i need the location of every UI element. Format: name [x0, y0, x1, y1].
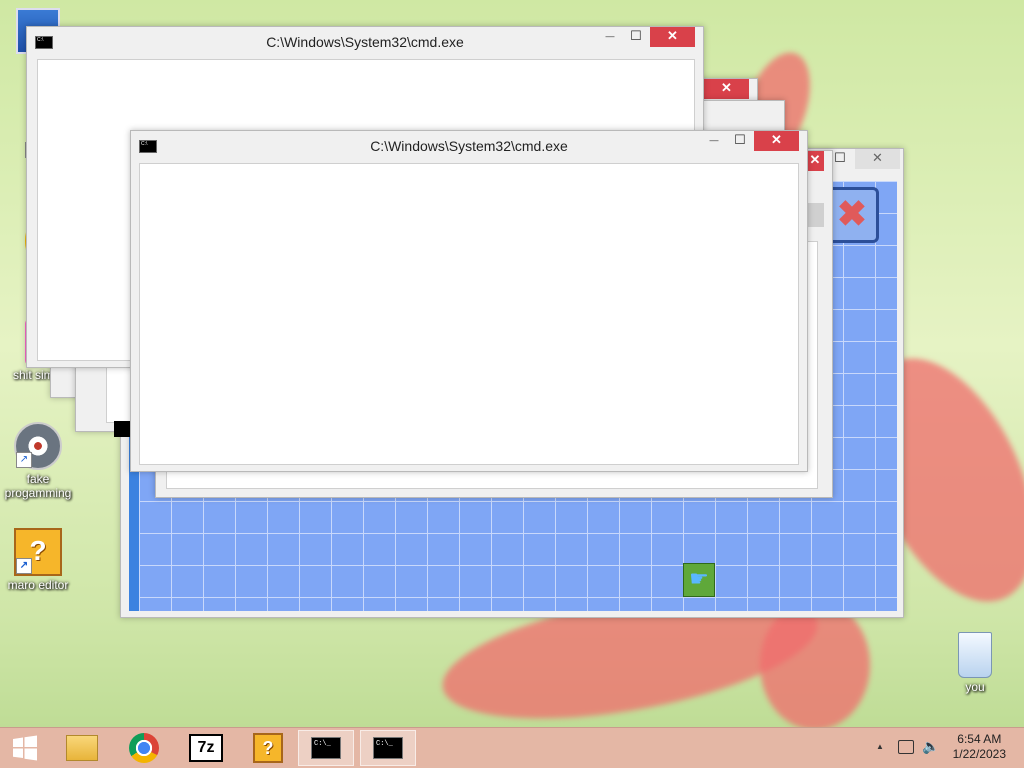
- console-scrollbar[interactable]: [806, 203, 824, 227]
- network-icon[interactable]: [898, 740, 914, 754]
- window-titlebar[interactable]: C:\Windows\System32\cmd.exe — ☐ ✕: [27, 27, 703, 57]
- background-petal: [760, 600, 870, 730]
- minimize-button[interactable]: —: [701, 131, 727, 151]
- taskbar: 7z ? C:\_ C:\_ ▲ 🔈 6:54 AM 1/22/2023: [0, 727, 1024, 768]
- desktop-icon-maro-editor[interactable]: ? ↗ maro editor: [0, 528, 76, 592]
- chrome-icon: [129, 733, 159, 763]
- aperture-app-icon: ↗: [14, 422, 62, 470]
- clock[interactable]: 6:54 AM 1/22/2023: [953, 732, 1006, 762]
- taskbar-chrome[interactable]: [116, 730, 172, 766]
- windows-logo-icon: [13, 735, 37, 761]
- cmd-window-front[interactable]: C:\Windows\System32\cmd.exe — ☐ ✕: [130, 130, 808, 472]
- desktop-icon-you[interactable]: you: [937, 632, 1013, 694]
- 7zip-icon: 7z: [189, 734, 223, 762]
- cmd-icon: C:\_: [311, 737, 341, 759]
- close-button[interactable]: ✕: [806, 151, 824, 171]
- taskbar-file-explorer[interactable]: [54, 730, 110, 766]
- window-titlebar[interactable]: C:\Windows\System32\cmd.exe — ☐ ✕: [131, 131, 807, 161]
- question-block-icon: ? ↗: [14, 528, 62, 576]
- close-button[interactable]: ✕: [754, 131, 799, 151]
- tray-overflow-icon[interactable]: ▲: [876, 742, 884, 751]
- desktop-icon-label: maro editor: [7, 578, 69, 592]
- close-button[interactable]: ✕: [704, 79, 749, 99]
- desktop-icon-fake-progamming[interactable]: ↗ fake progamming: [0, 422, 76, 500]
- cmd-icon: C:\_: [373, 737, 403, 759]
- console-cursor: [114, 421, 130, 437]
- taskbar-cmd[interactable]: C:\_: [360, 730, 416, 766]
- pointer-hand-icon: ☛: [683, 563, 715, 597]
- close-x-icon[interactable]: ✖: [825, 187, 879, 243]
- file-explorer-icon: [66, 735, 98, 761]
- close-button[interactable]: ✕: [650, 27, 695, 47]
- minimize-button[interactable]: —: [597, 27, 623, 47]
- clock-time: 6:54 AM: [957, 732, 1002, 746]
- desktop-icon-label: fake progamming: [4, 472, 72, 500]
- taskbar-7zip[interactable]: 7z: [178, 730, 234, 766]
- maximize-button[interactable]: ☐: [727, 131, 753, 151]
- taskbar-cmd[interactable]: C:\_: [298, 730, 354, 766]
- maximize-button[interactable]: ☐: [623, 27, 649, 47]
- volume-icon[interactable]: 🔈: [922, 738, 939, 755]
- shortcut-arrow-icon: ↗: [16, 452, 32, 468]
- clock-date: 1/22/2023: [952, 747, 1006, 761]
- start-button[interactable]: [0, 730, 50, 766]
- console-area[interactable]: [139, 163, 799, 465]
- shortcut-arrow-icon: ↗: [16, 558, 32, 574]
- desktop-icon-label: you: [965, 680, 985, 694]
- taskbar-maro-editor[interactable]: ?: [240, 730, 296, 766]
- close-button[interactable]: ✕: [855, 149, 900, 169]
- question-block-icon: ?: [253, 733, 283, 763]
- recycle-bin-icon: [958, 632, 992, 678]
